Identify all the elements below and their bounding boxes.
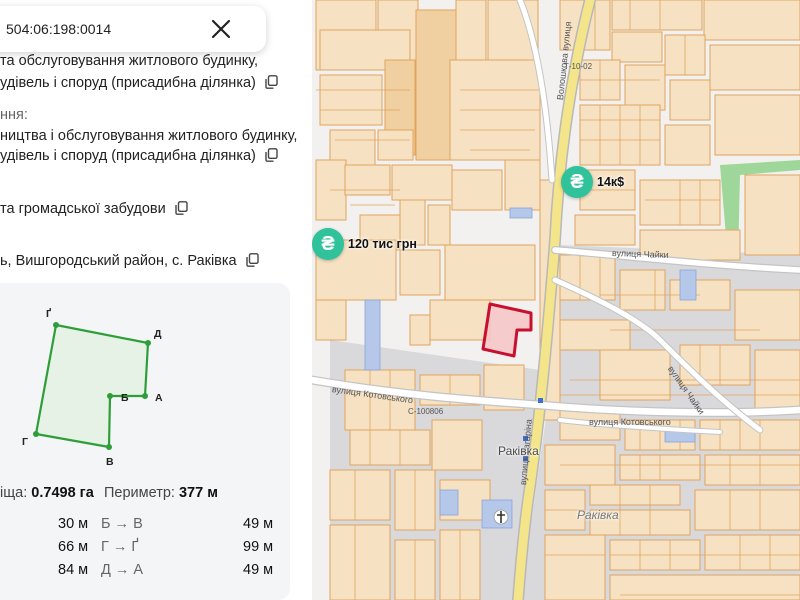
village-label: Ракiвка (577, 508, 619, 522)
vertex-label: Ґ (46, 307, 51, 320)
vertex-label: Б (121, 392, 129, 404)
perimeter-stat: Периметр: 377 м (104, 485, 218, 501)
edge-length: 99 м (243, 539, 274, 555)
edge-length: 49 м (243, 516, 274, 532)
church-icon[interactable] (493, 509, 509, 525)
vertex-label: Д (154, 328, 162, 340)
vertex-point (33, 431, 39, 437)
vertex-label: Г (22, 436, 28, 448)
parcel-geometry-card: Ґ Д А Б В Г іща: 0.7498 га Периметр: 377… (0, 283, 290, 600)
copy-icon[interactable] (175, 201, 188, 215)
purpose2-line-1: ництва і обслуговування житлового будинк… (0, 128, 298, 144)
purpose-line-2: удівель і споруд (присадибна ділянка) (0, 72, 278, 94)
edge-label: Г → Ґ (101, 539, 139, 555)
vertex-label: В (106, 456, 114, 468)
location-address: ь, Вишгородський район, с. Ракiвка (0, 250, 259, 272)
road-number-label: Т-10-02 (564, 62, 593, 71)
vertex-point (142, 393, 148, 399)
hryvnia-icon: ₴ (561, 166, 593, 198)
hryvnia-icon: ₴ (312, 228, 344, 260)
edge-length: 49 м (243, 562, 274, 578)
parcel-outline (34, 323, 150, 449)
vertex-point (107, 393, 113, 399)
copy-icon[interactable] (265, 148, 278, 162)
purpose-line-1: та обслуговування житлового будинку, (0, 53, 259, 69)
village-label: Раківка (498, 444, 539, 458)
vertex-point (106, 444, 112, 450)
price-label: 120 тис грн (348, 237, 417, 251)
vertex-point (53, 322, 59, 328)
edge-label: Д → А (101, 562, 144, 578)
cadastral-map[interactable]: Волошкова вулиця Т-10-02 вулиця Чайки ву… (312, 0, 800, 600)
close-icon[interactable] (208, 16, 234, 42)
price-marker[interactable]: ₴ 14к$ (561, 166, 624, 198)
purpose-label: ння: (0, 107, 28, 123)
copy-icon[interactable] (265, 75, 278, 89)
purpose2-line-2: удівель і споруд (присадибна ділянка) (0, 145, 278, 167)
info-panel: 504:06:198:0014 та обслуговування житлов… (0, 0, 312, 600)
price-label: 14к$ (597, 175, 625, 189)
parcel-shape-diagram: Ґ Д А Б В Г (22, 307, 163, 468)
price-marker[interactable]: ₴ 120 тис грн (312, 228, 417, 260)
cadastral-search-box[interactable]: 504:06:198:0014 (0, 6, 266, 52)
street-label: вулиця Котовського (589, 417, 671, 427)
edge-length: 84 м (58, 562, 89, 578)
bus-stop-icon[interactable] (538, 398, 543, 403)
edge-label: Б → В (101, 516, 143, 532)
land-category: та громадської забудови (0, 198, 188, 220)
edge-length: 66 м (58, 539, 89, 555)
vertex-label: А (155, 392, 163, 404)
area-stat: іща: 0.7498 га (0, 485, 94, 501)
vertex-point (145, 340, 151, 346)
copy-icon[interactable] (245, 253, 259, 267)
road-number-label: С-100806 (408, 407, 444, 416)
street-label: вулиця Чайки (611, 248, 669, 260)
edge-length: 30 м (58, 516, 89, 532)
search-input[interactable]: 504:06:198:0014 (6, 21, 111, 37)
